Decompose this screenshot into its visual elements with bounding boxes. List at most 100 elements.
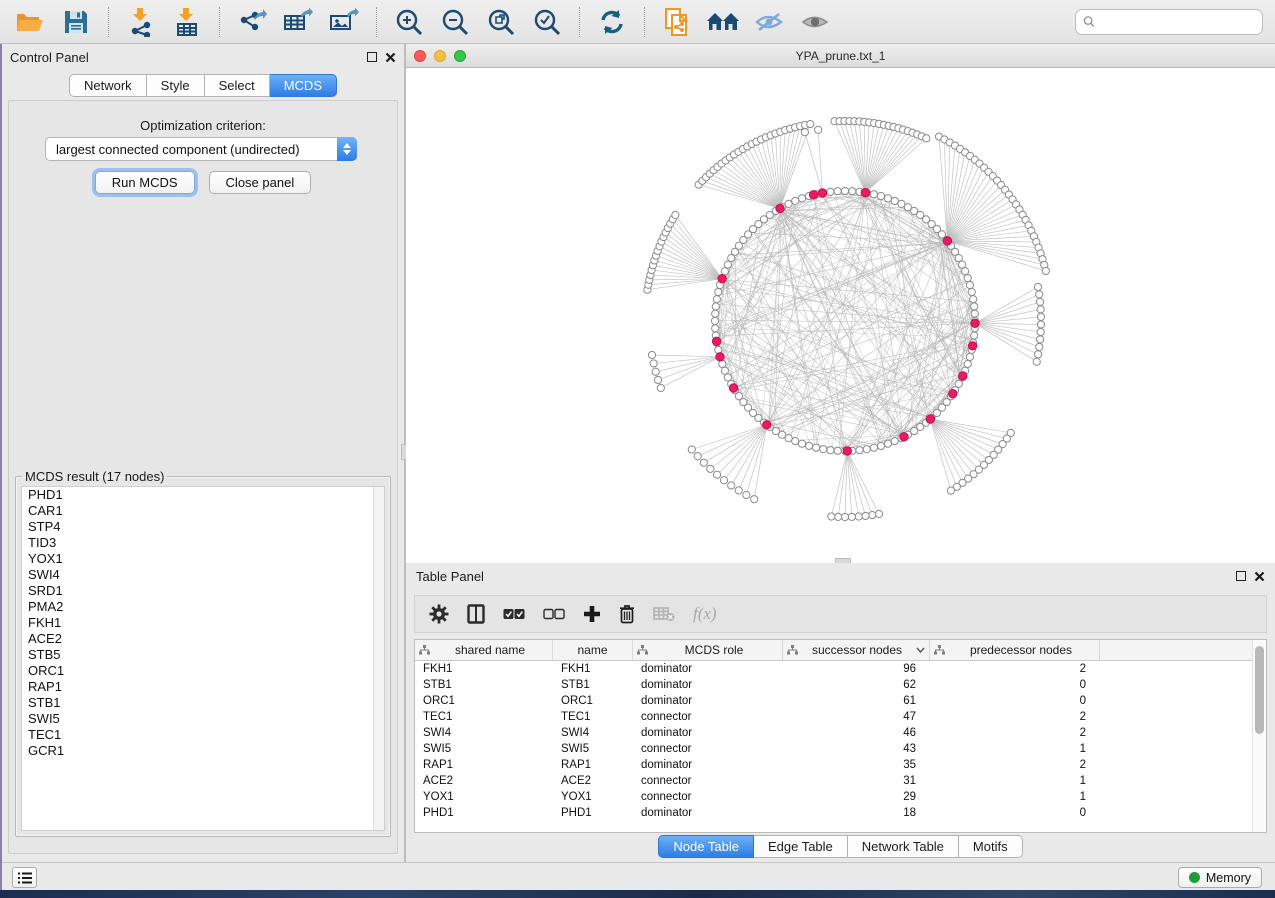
tab-style[interactable]: Style (147, 74, 205, 97)
show-all-button[interactable] (797, 5, 833, 39)
column-header-shared-name[interactable]: shared name (415, 640, 553, 660)
hide-selected-button[interactable] (751, 5, 787, 39)
column-header-MCDS-role[interactable]: MCDS role (633, 640, 783, 660)
table-row[interactable]: SWI4SWI4dominator462 (415, 725, 1252, 741)
cell-MCDS-role: connector (633, 775, 783, 787)
table-panel-header: Table Panel (406, 563, 1275, 589)
mcds-result-item[interactable]: CAR1 (22, 503, 384, 519)
import-table-button[interactable] (169, 5, 205, 39)
save-icon (63, 9, 89, 35)
table-row[interactable]: TEC1TEC1connector472 (415, 709, 1252, 725)
cell-shared-name: FKH1 (415, 663, 553, 675)
column-label: name (557, 643, 628, 657)
unchecked-boxes-icon (543, 608, 565, 620)
mcds-result-item[interactable]: TID3 (22, 535, 384, 551)
search-input[interactable] (1100, 15, 1255, 29)
tab-mcds[interactable]: MCDS (270, 74, 337, 97)
mcds-result-item[interactable]: STP4 (22, 519, 384, 535)
select-all-columns-button[interactable] (503, 608, 525, 620)
tab-select[interactable]: Select (205, 74, 270, 97)
table-row[interactable]: ORC1ORC1dominator610 (415, 693, 1252, 709)
criterion-dropdown[interactable]: largest connected component (undirected) (45, 137, 357, 161)
tab-network[interactable]: Network (69, 74, 147, 97)
table-row[interactable]: STB1STB1dominator620 (415, 677, 1252, 693)
cell-successor-nodes: 47 (783, 711, 930, 723)
memory-button[interactable]: Memory (1178, 867, 1262, 888)
export-table-button[interactable] (280, 5, 316, 39)
import-network-icon (127, 7, 155, 37)
mcds-result-item[interactable]: SWI5 (22, 711, 384, 727)
mcds-result-item[interactable]: STB1 (22, 695, 384, 711)
float-panel-icon[interactable] (367, 52, 377, 62)
export-network-button[interactable] (234, 5, 270, 39)
table-scrollbar[interactable] (1252, 640, 1266, 832)
import-network-button[interactable] (123, 5, 159, 39)
cell-MCDS-role: dominator (633, 807, 783, 819)
node-table: shared name name MCDS role successor nodes p… (414, 639, 1267, 833)
unselect-all-columns-button[interactable] (543, 608, 565, 620)
table-tab-motifs[interactable]: Motifs (959, 835, 1023, 858)
cell-shared-name: ACE2 (415, 775, 553, 787)
cell-name: SWI4 (553, 727, 633, 739)
close-panel-icon[interactable] (385, 52, 396, 63)
result-list-scrollbar[interactable] (373, 487, 384, 830)
table-scrollbar-thumb[interactable] (1255, 646, 1264, 734)
refresh-button[interactable] (594, 5, 630, 39)
network-canvas[interactable] (406, 68, 1275, 563)
delete-column-button[interactable] (619, 604, 635, 624)
table-row[interactable]: PHD1PHD1dominator180 (415, 805, 1252, 821)
mcds-result-item[interactable]: RAP1 (22, 679, 384, 695)
export-image-button[interactable] (326, 5, 362, 39)
save-session-button[interactable] (58, 5, 94, 39)
close-panel-button[interactable]: Close panel (209, 171, 312, 194)
create-column-button[interactable] (583, 605, 601, 623)
table-settings-button[interactable] (429, 604, 449, 624)
cell-MCDS-role: dominator (633, 679, 783, 691)
show-columns-button[interactable] (467, 604, 485, 624)
task-history-button[interactable] (12, 867, 37, 888)
mcds-result-item[interactable]: GCR1 (22, 743, 384, 759)
mcds-result-item[interactable]: FKH1 (22, 615, 384, 631)
mcds-result-item[interactable]: SWI4 (22, 567, 384, 583)
float-table-panel-icon[interactable] (1236, 571, 1246, 581)
mcds-result-item[interactable]: TEC1 (22, 727, 384, 743)
column-label: MCDS role (650, 643, 778, 657)
table-tab-edge-table[interactable]: Edge Table (754, 835, 848, 858)
table-row[interactable]: ACE2ACE2connector311 (415, 773, 1252, 789)
table-tab-node-table[interactable]: Node Table (658, 835, 754, 858)
control-panel: Control Panel NetworkStyleSelectMCDS Opt… (0, 44, 406, 862)
table-row[interactable]: RAP1RAP1dominator352 (415, 757, 1252, 773)
column-header-successor-nodes[interactable]: successor nodes (783, 640, 930, 660)
mcds-result-item[interactable]: PMA2 (22, 599, 384, 615)
open-session-button[interactable] (12, 5, 48, 39)
mcds-result-item[interactable]: SRD1 (22, 583, 384, 599)
table-row[interactable]: FKH1FKH1dominator962 (415, 661, 1252, 677)
network-title: YPA_prune.txt_1 (406, 49, 1275, 63)
cell-successor-nodes: 61 (783, 695, 930, 707)
mcds-result-list[interactable]: PHD1CAR1STP4TID3YOX1SWI4SRD1PMA2FKH1ACE2… (21, 486, 385, 831)
mcds-result-item[interactable]: STB5 (22, 647, 384, 663)
column-header-name[interactable]: name (553, 640, 633, 660)
mcds-result-item[interactable]: ACE2 (22, 631, 384, 647)
run-mcds-button[interactable]: Run MCDS (95, 171, 195, 194)
table-tab-network-table[interactable]: Network Table (848, 835, 959, 858)
zoom-selected-button[interactable] (529, 5, 565, 39)
cell-name: TEC1 (553, 711, 633, 723)
close-table-panel-icon[interactable] (1254, 571, 1265, 582)
table-row[interactable]: YOX1YOX1connector291 (415, 789, 1252, 805)
cell-shared-name: SWI4 (415, 727, 553, 739)
function-builder-button-disabled[interactable]: f(x) (693, 604, 717, 624)
table-row[interactable]: SWI5SWI5connector431 (415, 741, 1252, 757)
zoom-in-button[interactable] (391, 5, 427, 39)
delete-table-button-disabled[interactable] (653, 606, 675, 622)
zoom-out-button[interactable] (437, 5, 473, 39)
first-neighbors-button[interactable] (705, 5, 741, 39)
column-label: predecessor nodes (947, 643, 1095, 657)
cell-MCDS-role: dominator (633, 759, 783, 771)
mcds-result-item[interactable]: ORC1 (22, 663, 384, 679)
mcds-result-item[interactable]: PHD1 (22, 487, 384, 503)
column-header-predecessor-nodes[interactable]: predecessor nodes (930, 640, 1100, 660)
mcds-result-item[interactable]: YOX1 (22, 551, 384, 567)
zoom-fit-button[interactable] (483, 5, 519, 39)
duplicate-network-button[interactable] (659, 5, 695, 39)
